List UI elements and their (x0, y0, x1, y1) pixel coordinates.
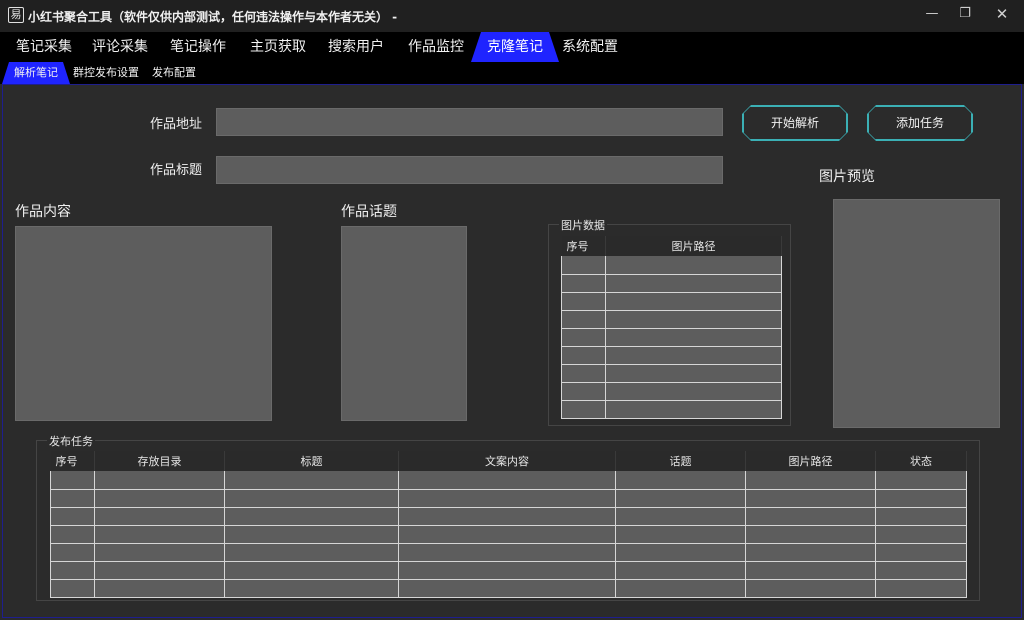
title-bar: 易 小红书聚合工具（软件仅供内部测试，任何违法操作与本作者无关） - — ❐ ✕ (0, 0, 1024, 32)
minimize-icon[interactable]: — (915, 0, 949, 30)
column-header-index[interactable]: 序号 (561, 236, 606, 256)
image-data-group-title: 图片数据 (559, 217, 607, 233)
table-row[interactable] (561, 364, 782, 383)
title-input[interactable] (216, 156, 723, 184)
tab-homepage-fetch[interactable]: 主页获取 (250, 32, 306, 62)
table-row[interactable] (50, 507, 967, 526)
image-preview-area (833, 199, 1000, 428)
column-header-directory[interactable]: 存放目录 (94, 451, 225, 471)
column-header-title[interactable]: 标题 (224, 451, 399, 471)
topic-label: 作品话题 (341, 204, 397, 220)
parse-note-panel: 作品地址 开始解析 添加任务 作品标题 图片预览 作品内容 作品话题 图片数据 … (2, 84, 1022, 618)
table-row[interactable] (561, 310, 782, 329)
column-header-image-path[interactable]: 图片路径 (605, 236, 782, 256)
image-data-group: 图片数据 序号 图片路径 (548, 217, 791, 426)
table-row[interactable] (50, 471, 967, 490)
tab-clone-note[interactable]: 克隆笔记 (471, 32, 559, 62)
app-logo-icon: 易 (8, 7, 24, 23)
window-title: 小红书聚合工具（软件仅供内部测试，任何违法操作与本作者无关） - (28, 10, 398, 24)
table-row[interactable] (561, 292, 782, 311)
table-row[interactable] (561, 328, 782, 347)
column-header-image-path[interactable]: 图片路径 (745, 451, 876, 471)
table-row[interactable] (50, 561, 967, 580)
add-task-button[interactable]: 添加任务 (868, 106, 972, 140)
title-label: 作品标题 (150, 163, 203, 178)
table-row[interactable] (561, 274, 782, 293)
tab-note-operation[interactable]: 笔记操作 (170, 32, 226, 62)
tab-search-users[interactable]: 搜索用户 (328, 32, 384, 62)
column-header-status[interactable]: 状态 (875, 451, 967, 471)
table-row[interactable] (50, 525, 967, 544)
column-header-index[interactable]: 序号 (50, 451, 95, 471)
image-data-table[interactable]: 序号 图片路径 (561, 236, 782, 419)
content-label: 作品内容 (15, 204, 71, 220)
close-icon[interactable]: ✕ (985, 0, 1019, 30)
table-row[interactable] (50, 543, 967, 562)
url-input[interactable] (216, 108, 723, 136)
sub-tab-bar: 解析笔记 群控发布设置 发布配置 (0, 62, 1024, 84)
subtab-publish-config[interactable]: 发布配置 (152, 62, 196, 84)
column-header-topic[interactable]: 话题 (615, 451, 746, 471)
table-row[interactable] (50, 579, 967, 598)
subtab-group-publish-settings[interactable]: 群控发布设置 (73, 62, 139, 84)
tab-note-collect[interactable]: 笔记采集 (16, 32, 72, 62)
table-row[interactable] (561, 256, 782, 275)
table-row[interactable] (561, 382, 782, 401)
url-label: 作品地址 (150, 117, 203, 132)
start-parse-button[interactable]: 开始解析 (743, 106, 847, 140)
image-preview-label: 图片预览 (819, 169, 875, 185)
subtab-parse-note[interactable]: 解析笔记 (2, 62, 70, 84)
table-row[interactable] (561, 346, 782, 365)
main-tab-bar: 笔记采集 评论采集 笔记操作 主页获取 搜索用户 作品监控 克隆笔记 系统配置 (0, 32, 1024, 62)
tab-work-monitor[interactable]: 作品监控 (408, 32, 464, 62)
tab-system-config[interactable]: 系统配置 (562, 32, 618, 62)
publish-tasks-group-title: 发布任务 (47, 433, 95, 449)
maximize-icon[interactable]: ❐ (948, 0, 982, 30)
column-header-copy-content[interactable]: 文案内容 (398, 451, 616, 471)
content-textarea[interactable] (15, 226, 272, 421)
table-row[interactable] (561, 400, 782, 419)
tab-comment-collect[interactable]: 评论采集 (92, 32, 148, 62)
publish-tasks-table[interactable]: 序号 存放目录 标题 文案内容 话题 图片路径 状态 (50, 451, 967, 598)
topic-textarea[interactable] (341, 226, 467, 421)
publish-tasks-group: 发布任务 序号 存放目录 标题 文案内容 话题 图片路径 状态 (36, 433, 980, 601)
table-row[interactable] (50, 489, 967, 508)
